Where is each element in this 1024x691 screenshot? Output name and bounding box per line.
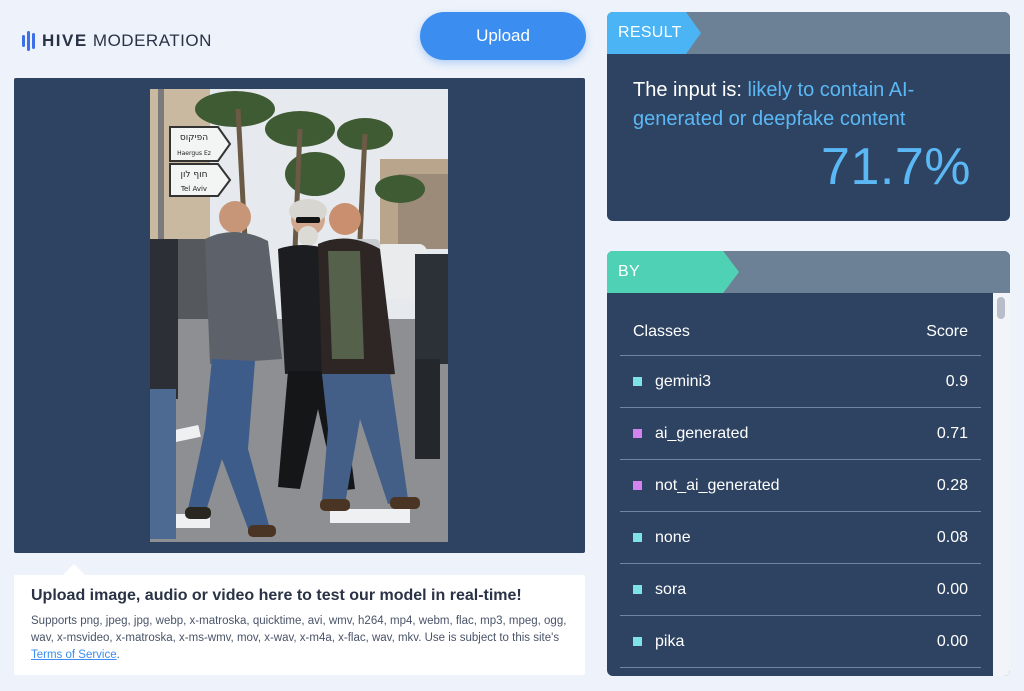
result-tag: RESULT [607, 12, 701, 54]
sign-top-hebrew: הפיקוס [180, 133, 208, 143]
result-score: 71.7% [821, 138, 971, 196]
table-row: ai_generated 0.71 [620, 408, 981, 460]
class-color-swatch [633, 585, 642, 594]
class-color-swatch [633, 429, 642, 438]
score-column-header: Score [926, 323, 968, 340]
table-row: pika 0.00 [620, 616, 981, 668]
classes-scrollbar[interactable] [993, 293, 1010, 676]
class-score: 0.08 [936, 528, 968, 546]
table-row: not_ai_generated 0.28 [620, 460, 981, 512]
result-verdict: The input is: likely to contain AI-gener… [633, 76, 993, 134]
class-name: not_ai_generated [655, 476, 780, 494]
table-row: gemini3 0.9 [620, 356, 981, 408]
class-score: 0.28 [936, 476, 968, 494]
sign-bottom-hebrew: חוף לון [181, 170, 208, 180]
classes-tag: BY CLASSES [607, 251, 739, 293]
result-prefix: The input is: [633, 79, 748, 101]
logo-text: HIVE MODERATION [42, 31, 212, 51]
class-name: pika [655, 632, 685, 650]
table-row: none 0.08 [620, 512, 981, 564]
class-color-swatch [633, 637, 642, 646]
class-score: 0.9 [945, 372, 968, 390]
logo-text-bold: HIVE [42, 31, 88, 50]
class-score: 0.00 [936, 632, 968, 650]
class-name: ai_generated [655, 424, 749, 442]
result-card: RESULT The input is: likely to contain A… [607, 12, 1010, 221]
upload-button[interactable]: Upload [420, 12, 586, 60]
hive-logo[interactable]: HIVE MODERATION [22, 31, 212, 51]
uploaded-photo-illustration: הפיקוס Haergus Ez חוף לון Tel Aviv [150, 89, 448, 542]
logo-text-light: MODERATION [92, 31, 212, 50]
hive-logo-icon [22, 31, 35, 51]
class-name: sora [655, 580, 687, 598]
class-name: gemini3 [655, 372, 712, 390]
classes-card-header: BY CLASSES [607, 251, 1010, 293]
supported-formats-text: Supports png, jpeg, jpg, webp, x-matrosk… [31, 615, 567, 644]
table-row: sora 0.00 [620, 564, 981, 616]
scrollbar-thumb[interactable] [997, 297, 1005, 319]
class-name: none [655, 528, 691, 546]
sign-top-latin: Haergus Ez [177, 150, 211, 157]
upload-info-title: Upload image, audio or video here to tes… [31, 587, 522, 604]
classes-card: BY CLASSES Classes Score gemini3 0.9 ai_… [607, 251, 1010, 676]
classes-table-header: Classes Score [620, 309, 981, 356]
terms-suffix: . [116, 649, 120, 661]
class-color-swatch [633, 377, 642, 386]
upload-info-description: Supports png, jpeg, jpg, webp, x-matrosk… [31, 613, 568, 664]
result-card-header: RESULT [607, 12, 1010, 54]
sign-bottom-latin: Tel Aviv [180, 185, 207, 193]
class-color-swatch [633, 481, 642, 490]
classes-column-header: Classes [633, 323, 690, 340]
uploaded-image: הפיקוס Haergus Ez חוף לון Tel Aviv [150, 89, 448, 542]
terms-of-service-link[interactable]: Terms of Service [31, 649, 117, 661]
class-score: 0.00 [936, 580, 968, 598]
class-color-swatch [633, 533, 642, 542]
image-preview-panel: הפיקוס Haergus Ez חוף לון Tel Aviv [14, 78, 585, 553]
class-score: 0.71 [936, 424, 968, 442]
classes-table-body[interactable]: gemini3 0.9 ai_generated 0.71 not_ai_gen… [620, 356, 981, 668]
upload-info-box: Upload image, audio or video here to tes… [14, 564, 585, 675]
